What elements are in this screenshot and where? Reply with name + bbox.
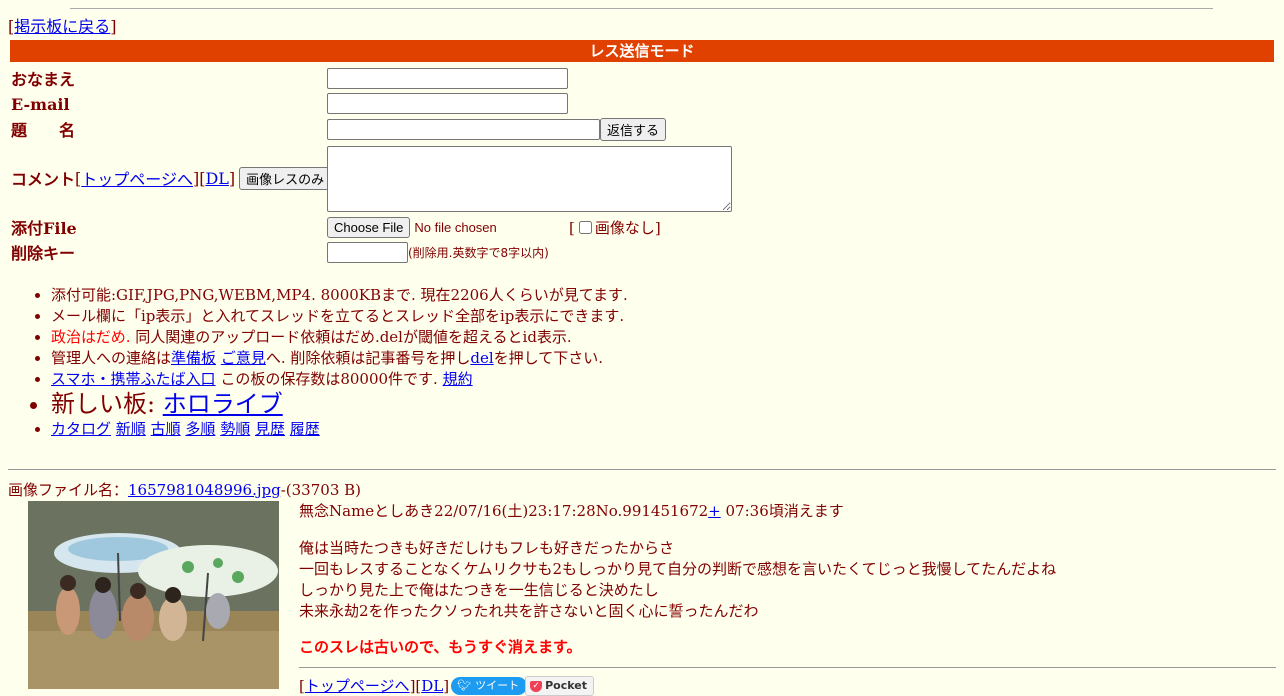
rule-item: 新しい板: ホロライブ xyxy=(51,390,628,419)
comment-row: コメント[トップページへ][DL] 画像レスのみ xyxy=(11,166,332,190)
post-line: 俺は当時たつきも好きだしけもフレも好きだったからさ xyxy=(299,539,675,557)
no-file-chosen-text: No file chosen xyxy=(414,220,497,235)
post-header: 無念Nameとしあき22/07/16(土)23:17:28No.99145167… xyxy=(299,501,844,521)
footer-dl-link[interactable]: DL xyxy=(421,676,443,696)
sort-links: カタログ 新順 古順 多順 勢順 見歴 履歴 xyxy=(51,419,628,440)
post-line: 一回もレスすることなくケムリクサも2もしっかり見て自分の判断で感想を言いたくてじ… xyxy=(299,560,1057,578)
post-footer: [トップページへ][DL] 🐦︎ ツイート ✓ Pocket xyxy=(299,676,594,696)
expire-time: 07:36頃消えます xyxy=(720,502,844,520)
thumbnail-scene xyxy=(28,501,279,689)
image-only-reply-button[interactable]: 画像レスのみ xyxy=(239,166,332,190)
post-meta: 無念Nameとしあき22/07/16(土)23:17:28No.99145167… xyxy=(299,502,709,520)
del-link[interactable]: del xyxy=(470,349,493,367)
rule-item: スマホ・携帯ふたば入口 この板の保存数は80000件です. 規約 xyxy=(51,369,628,390)
post-divider xyxy=(299,667,1276,668)
attach-row: 添付File xyxy=(11,215,77,239)
top-divider xyxy=(70,8,1213,9)
email-input[interactable] xyxy=(327,93,568,114)
name-field-wrap xyxy=(327,68,568,89)
prep-board-link[interactable]: 準備板 xyxy=(171,349,216,367)
image-file-link[interactable]: 1657981048996.jpg xyxy=(128,481,281,499)
post-line: 未来永劫2を作ったクソったれ共を許さないと固く心に誓ったんだわ xyxy=(299,602,759,620)
comment-textarea[interactable] xyxy=(327,146,732,212)
subject-row: 題 名 xyxy=(11,117,75,141)
rule-item: メール欄に「ip表示」と入れてスレッドを立てるとスレッド全部をip表示にできます… xyxy=(51,306,628,327)
delete-key-input[interactable] xyxy=(327,242,408,263)
dl-link[interactable]: DL xyxy=(205,169,228,188)
reply-mode-title: レス送信モード xyxy=(10,40,1274,62)
tweet-button[interactable]: 🐦︎ ツイート xyxy=(451,677,528,695)
sort-old-link[interactable]: 古順 xyxy=(151,420,181,438)
delete-key-row: 削除キー xyxy=(11,240,75,264)
post-plus-link[interactable]: + xyxy=(708,502,721,520)
post-body: 俺は当時たつきも好きだしけもフレも好きだったからさ 一回もレスすることなくケムリ… xyxy=(299,538,1056,622)
subject-field-wrap: 返信する xyxy=(327,118,667,141)
back-nav: [掲示板に戻る] xyxy=(8,17,117,36)
email-row: E-mail xyxy=(11,92,70,116)
old-thread-warning: このスレは古いので、もうすぐ消えます。 xyxy=(299,638,582,656)
toppage-link[interactable]: トップページへ xyxy=(81,166,193,190)
pocket-icon: ✓ xyxy=(530,680,543,692)
email-field-wrap xyxy=(327,93,568,114)
file-field-wrap: Choose File No file chosen xyxy=(327,217,497,238)
submit-reply-button[interactable]: 返信する xyxy=(600,118,667,141)
catalog-link[interactable]: カタログ xyxy=(51,420,111,438)
comment-field-wrap xyxy=(327,146,732,212)
delete-key-hint: (削除用.英数字で8字以内) xyxy=(408,246,549,260)
name-label: おなまえ xyxy=(11,70,76,89)
bird-icon: 🐦︎ xyxy=(457,679,472,692)
delete-key-label: 削除キー xyxy=(11,244,76,263)
thread-divider xyxy=(8,469,1276,470)
rule-item: 政治はだめ. 同人関連のアップロード依頼はだめ.delが閾値を超えるとid表示. xyxy=(51,327,628,348)
name-row: おなまえ xyxy=(11,66,75,90)
no-image-option: [画像なし] xyxy=(569,218,661,238)
pocket-button[interactable]: ✓ Pocket xyxy=(525,676,594,696)
sort-new-link[interactable]: 新順 xyxy=(116,420,146,438)
footer-toppage-link[interactable]: トップページへ xyxy=(305,676,410,696)
post-history-link[interactable]: 履歴 xyxy=(290,420,320,438)
feedback-link[interactable]: ご意見 xyxy=(221,349,266,367)
rule-item: 添付可能:GIF,JPG,PNG,WEBM,MP4. 8000KBまで. 現在2… xyxy=(51,285,628,306)
delete-key-wrap: (削除用.英数字で8字以内) xyxy=(327,242,549,263)
no-image-checkbox[interactable] xyxy=(578,221,592,234)
thread-thumbnail-image[interactable] xyxy=(28,501,279,689)
new-board-link[interactable]: ホロライブ xyxy=(163,390,283,418)
sort-many-link[interactable]: 多順 xyxy=(185,420,215,438)
image-file-line: 画像ファイル名：1657981048996.jpg-(33703 B) xyxy=(8,481,361,499)
comment-label: コメント xyxy=(11,170,76,189)
view-history-link[interactable]: 見歴 xyxy=(255,420,285,438)
sort-momentum-link[interactable]: 勢順 xyxy=(220,420,250,438)
mobile-entrance-link[interactable]: スマホ・携帯ふたば入口 xyxy=(51,370,216,388)
subject-input[interactable] xyxy=(327,119,600,140)
subject-label: 題 名 xyxy=(11,121,76,140)
terms-link[interactable]: 規約 xyxy=(443,370,473,388)
rule-item: 管理人への連絡は準備板 ご意見へ. 削除依頼は記事番号を押しdelを押して下さい… xyxy=(51,348,628,369)
back-to-board-link[interactable]: 掲示板に戻る xyxy=(14,17,110,36)
post-line: しっかり見た上で俺はたつきを一生信じると決めたし xyxy=(299,581,659,599)
email-label: E-mail xyxy=(11,94,70,114)
board-rules-list: 添付可能:GIF,JPG,PNG,WEBM,MP4. 8000KBまで. 現在2… xyxy=(11,285,628,440)
name-input[interactable] xyxy=(327,68,568,89)
attach-label: 添付File xyxy=(11,219,77,238)
no-image-label: 画像なし xyxy=(594,219,655,237)
choose-file-button[interactable]: Choose File xyxy=(327,217,411,238)
